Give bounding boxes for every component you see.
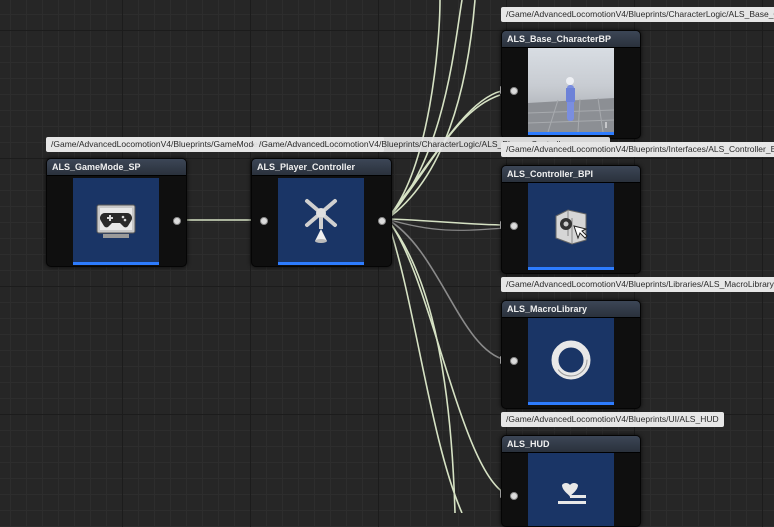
wire-controller-to-hud-2 [386, 218, 507, 495]
input-pin[interactable] [510, 492, 518, 500]
wire-controller-to-macro [386, 218, 507, 361]
node-base-character-bp[interactable]: ALS_Base_CharacterBP [501, 30, 641, 139]
path-tooltip-macro-library: /Game/AdvancedLocomotionV4/Blueprints/Li… [501, 277, 774, 292]
macro-ring-icon [551, 340, 591, 380]
node-thumbnail [528, 453, 614, 526]
input-pin[interactable] [510, 357, 518, 365]
hud-heart-icon [558, 483, 586, 504]
player-controller-icon [305, 199, 337, 243]
blueprint-interface-icon [555, 209, 588, 245]
gamepad-icon [96, 204, 136, 238]
character-preview-icon [528, 77, 614, 132]
node-gamemode-sp[interactable]: ALS_GameMode_SP [46, 158, 187, 267]
node-controller-bpi[interactable]: ALS_Controller_BPI [501, 165, 641, 274]
wire-controller-to-offscreen-3 [386, 0, 476, 220]
wire-controller-to-character-2 [386, 94, 501, 220]
node-title: ALS_MacroLibrary [502, 301, 640, 318]
node-thumbnail [528, 183, 614, 270]
path-tooltip-controller-bpi: /Game/AdvancedLocomotionV4/Blueprints/In… [501, 142, 774, 157]
input-pin[interactable] [260, 217, 268, 225]
wire-controller-to-offscreen-bottom [386, 218, 463, 513]
path-tooltip-hud: /Game/AdvancedLocomotionV4/Blueprints/UI… [501, 412, 724, 427]
node-player-controller[interactable]: ALS_Player_Controller [251, 158, 392, 267]
node-title: ALS_GameMode_SP [47, 159, 186, 176]
node-macro-library[interactable]: ALS_MacroLibrary [501, 300, 641, 409]
node-thumbnail [73, 178, 159, 265]
input-pin[interactable] [510, 222, 518, 230]
node-title: ALS_Controller_BPI [502, 166, 640, 183]
node-title: ALS_HUD [502, 436, 640, 453]
wire-controller-to-character [386, 89, 507, 220]
node-thumbnail [278, 178, 364, 265]
node-title: ALS_Base_CharacterBP [502, 31, 640, 48]
input-pin[interactable] [510, 87, 518, 95]
node-hud[interactable]: ALS_HUD [501, 435, 641, 527]
node-thumbnail [528, 48, 614, 135]
output-pin[interactable] [378, 217, 386, 225]
output-pin[interactable] [173, 217, 181, 225]
node-thumbnail [528, 318, 614, 405]
node-title: ALS_Player_Controller [252, 159, 391, 176]
path-tooltip-base-character: /Game/AdvancedLocomotionV4/Blueprints/Ch… [501, 7, 774, 22]
wire-controller-to-offscreen-2 [386, 0, 463, 220]
